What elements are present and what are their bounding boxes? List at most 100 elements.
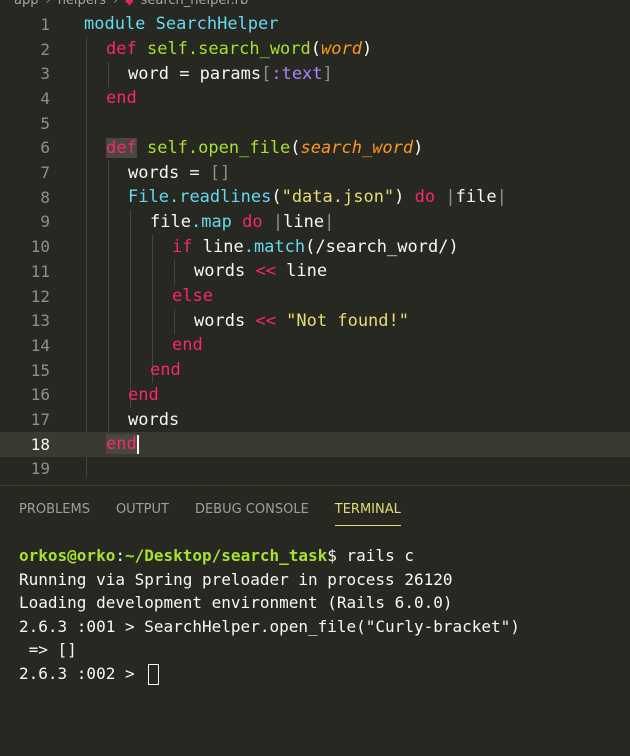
variable-token: words	[194, 261, 246, 282]
method-token: match	[253, 236, 306, 257]
terminal-line: 2.6.3 :002 >	[19, 663, 145, 683]
code-line-current[interactable]: 18 end	[0, 431, 630, 457]
paren-token: )	[448, 236, 459, 257]
identifier-token: params	[199, 63, 262, 84]
breadcrumb-item-app[interactable]: app	[14, 0, 38, 8]
block-var-token: line	[283, 211, 325, 232]
variable-token: words	[128, 162, 180, 183]
line-number: 4	[40, 88, 50, 108]
prompt-path: ~/Desktop/search_task	[124, 546, 328, 565]
line-number: 12	[30, 286, 50, 306]
code-editor[interactable]: 1 module SearchHelper 2 def self.search_…	[0, 12, 630, 485]
code-line[interactable]: 14 end	[0, 333, 630, 358]
prompt-user: orkos@orko	[19, 546, 116, 565]
breadcrumb-item-helpers[interactable]: helpers	[58, 0, 106, 8]
self-token: self	[146, 39, 188, 60]
terminal-cursor	[148, 663, 160, 685]
variable-token: words	[128, 409, 180, 430]
code-line[interactable]: 12 else	[0, 284, 630, 309]
keyword-token: end	[150, 360, 181, 381]
paren-token: (	[290, 137, 301, 158]
code-line[interactable]: 19	[0, 457, 630, 482]
code-line[interactable]: 3 word = params[:text]	[0, 61, 630, 86]
keyword-token: if	[172, 236, 193, 257]
assign-token: =	[168, 63, 200, 84]
line-number: 13	[30, 311, 50, 331]
line-number: 6	[40, 138, 50, 158]
code-line[interactable]: 8 File.readlines("data.json") do |file|	[0, 185, 630, 210]
tab-problems[interactable]: PROBLEMS	[19, 502, 90, 526]
line-number: 5	[40, 113, 50, 133]
line-number: 19	[30, 459, 50, 479]
dot-token: .	[168, 187, 180, 208]
code-line[interactable]: 15 end	[0, 358, 630, 383]
string-token: "Not found!"	[286, 310, 409, 331]
bracket-token: [	[261, 63, 272, 84]
line-number: 3	[40, 64, 50, 84]
breadcrumb-item-file[interactable]: search_helper.rb	[141, 0, 249, 8]
pipe-token: |	[324, 211, 335, 232]
param-token: word	[321, 39, 362, 60]
self-token: self	[146, 137, 188, 158]
param-token: search_word	[300, 137, 414, 158]
line-number: 7	[40, 163, 50, 183]
code-line[interactable]: 2 def self.search_word(word)	[0, 37, 630, 62]
code-line[interactable]: 10 if line.match(/search_word/)	[0, 234, 630, 259]
tab-output[interactable]: OUTPUT	[116, 502, 169, 526]
keyword-token: do	[414, 187, 436, 208]
block-var-token: file	[455, 187, 497, 208]
variable-token: line	[202, 236, 244, 257]
code-line[interactable]: 13 words << "Not found!"	[0, 308, 630, 333]
method-token: map	[201, 211, 232, 232]
code-line[interactable]: 9 file.map do |line|	[0, 210, 630, 235]
tab-terminal[interactable]: TERMINAL	[334, 502, 401, 526]
code-line[interactable]: 5	[0, 111, 630, 136]
keyword-token: module	[84, 14, 146, 35]
paren-token: )	[413, 137, 424, 158]
prompt-separator: :	[115, 546, 125, 565]
regex-token: /search_word/	[315, 236, 449, 257]
line-number: 15	[30, 360, 50, 380]
keyword-token: end	[128, 384, 159, 405]
paren-token: (	[271, 187, 282, 208]
terminal-command: rails c	[346, 546, 414, 565]
line-number: 8	[40, 187, 50, 207]
terminal-line: 2.6.3 :001 > SearchHelper.open_file("Cur…	[19, 616, 520, 636]
variable-token: file	[150, 211, 191, 232]
code-line[interactable]: 17 words	[0, 407, 630, 432]
variable-token: words	[194, 310, 246, 331]
code-line[interactable]: 16 end	[0, 383, 630, 408]
bracket-token: ]	[322, 63, 333, 84]
keyword-token: else	[172, 286, 213, 307]
pipe-token: |	[272, 211, 284, 232]
tab-debug-console[interactable]: DEBUG CONSOLE	[195, 502, 309, 526]
paren-token: )	[361, 39, 373, 60]
keyword-token: def	[106, 39, 137, 60]
variable-token: line	[286, 261, 328, 282]
terminal-output[interactable]: orkos@orko:~/Desktop/search_task$ rails …	[19, 544, 520, 685]
operator-token: <<	[255, 261, 276, 282]
dot-token: .	[187, 137, 199, 158]
code-line[interactable]: 11 words << line	[0, 259, 630, 284]
variable-token: word	[128, 63, 169, 84]
code-line[interactable]: 4 end	[0, 86, 630, 111]
pipe-token: |	[445, 187, 456, 208]
code-line[interactable]: 6 def self.open_file(search_word)	[0, 136, 630, 161]
dot-token: .	[187, 39, 199, 60]
method-token: readlines	[179, 187, 272, 208]
line-number: 14	[30, 335, 50, 355]
code-line[interactable]: 7 words = []	[0, 160, 630, 185]
string-token: "data.json"	[281, 187, 395, 208]
code-line[interactable]: 1 module SearchHelper	[0, 12, 630, 37]
